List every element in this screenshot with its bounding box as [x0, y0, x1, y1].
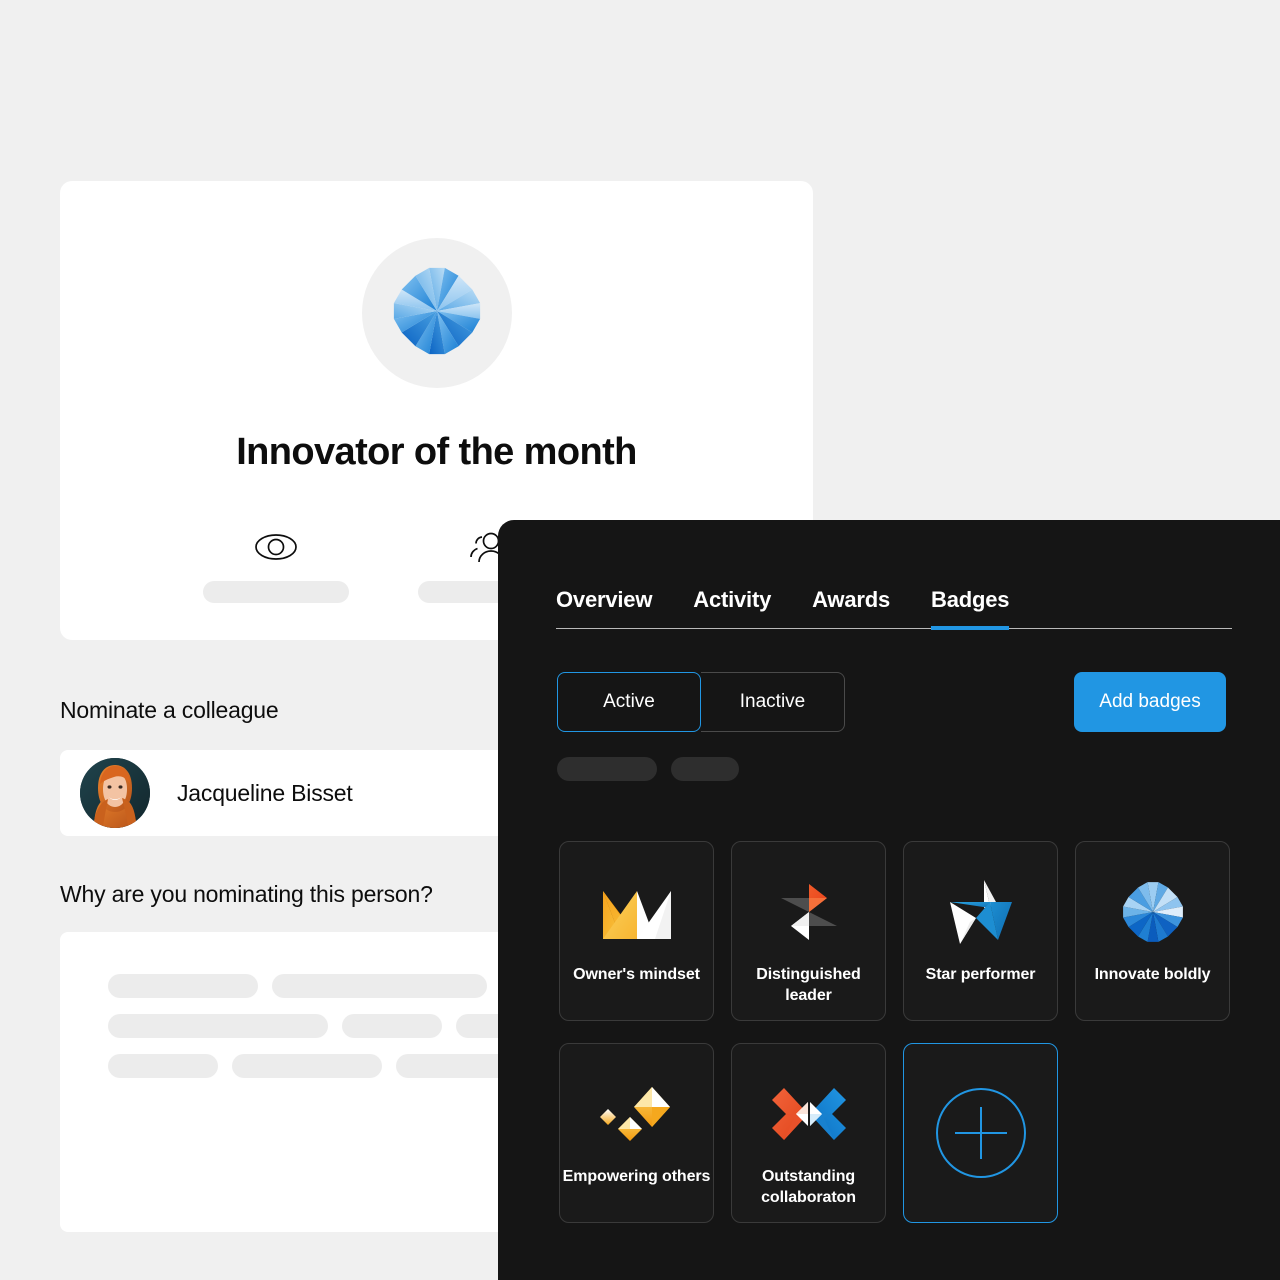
badge-tile-innovate-boldly[interactable]: Innovate boldly [1075, 841, 1230, 1021]
profile-tabs: Overview Activity Awards Badges [556, 587, 1232, 630]
tab-overview[interactable]: Overview [556, 587, 652, 630]
add-badge-tile[interactable] [903, 1043, 1058, 1223]
screenshot-root: Innovator of the month Nominate a collea… [0, 0, 1280, 1280]
avatar [80, 758, 150, 828]
badge-tile-empowering-others[interactable]: Empowering others [559, 1043, 714, 1223]
award-title: Innovator of the month [236, 431, 637, 473]
filter-inactive-option[interactable]: Inactive [701, 672, 845, 732]
badge-label: Star performer [925, 966, 1036, 983]
pinwheel-icon [775, 876, 843, 948]
skeleton-bar [108, 1054, 218, 1078]
badge-tile-outstanding-collaboration[interactable]: Outstanding collaboraton [731, 1043, 886, 1223]
badge-tile-distinguished-leader[interactable]: Distinguished leader [731, 841, 886, 1021]
badge-label: Innovate boldly [1094, 966, 1211, 983]
eye-icon [254, 526, 298, 568]
five-point-star-icon [946, 876, 1016, 948]
badge-label: Empowering others [562, 1168, 711, 1185]
crown-icon [601, 876, 673, 948]
skeleton-bar [342, 1014, 442, 1038]
badge-label: Owner's mindset [573, 966, 700, 983]
badge-label: Outstanding collaboraton [761, 1168, 856, 1206]
skeleton-bar [272, 974, 487, 998]
tab-badges[interactable]: Badges [931, 587, 1009, 630]
why-section-label: Why are you nominating this person? [60, 881, 433, 907]
bowtie-arrows-icon [770, 1078, 848, 1150]
filter-chips-placeholder [557, 757, 739, 781]
stat-views[interactable] [168, 526, 383, 603]
filter-active-option[interactable]: Active [557, 672, 701, 732]
diamonds-icon [599, 1078, 674, 1150]
add-badges-button[interactable]: Add badges [1074, 672, 1226, 732]
nominee-name: Jacqueline Bisset [177, 779, 353, 806]
badge-tile-owners-mindset[interactable]: Owner's mindset [559, 841, 714, 1021]
eight-point-star-icon [388, 262, 486, 365]
badge-tile-star-performer[interactable]: Star performer [903, 841, 1058, 1021]
award-badge-medallion [361, 238, 512, 388]
tab-activity[interactable]: Activity [693, 587, 771, 630]
stat-value-placeholder [202, 581, 349, 603]
tab-awards[interactable]: Awards [812, 587, 890, 630]
badge-grid: Owner's mindset Distinguished leader Sta… [559, 841, 1230, 1223]
badge-status-filter: Active Inactive [557, 672, 845, 732]
skeleton-bar [108, 974, 258, 998]
nominate-section-label: Nominate a colleague [60, 697, 279, 723]
badge-label: Distinguished leader [756, 966, 861, 1004]
eight-point-star-icon [1119, 876, 1187, 948]
circle-plus-icon [934, 1088, 1028, 1178]
skeleton-bar [232, 1054, 382, 1078]
chip-placeholder[interactable] [671, 757, 739, 781]
skeleton-bar [108, 1014, 328, 1038]
chip-placeholder[interactable] [557, 757, 657, 781]
